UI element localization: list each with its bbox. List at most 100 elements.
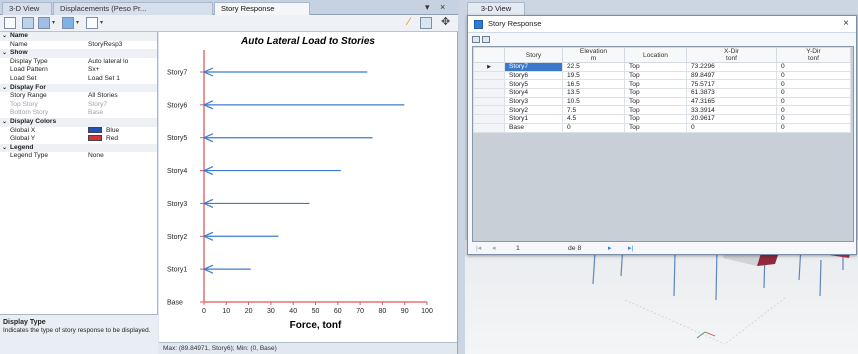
table-cell[interactable]: 0 bbox=[562, 122, 625, 133]
first-record-button[interactable]: |◂ bbox=[476, 243, 481, 254]
pan-icon[interactable]: ✥ bbox=[441, 15, 450, 28]
property-row[interactable]: Display Type Auto lateral lo bbox=[0, 58, 157, 67]
collapse-icon[interactable]: ⌄ bbox=[2, 118, 7, 127]
table-cell[interactable]: 4.5 bbox=[562, 114, 625, 124]
property-category[interactable]: ⌄ Legend bbox=[0, 143, 157, 153]
column-header[interactable]: Elevation m bbox=[562, 47, 625, 63]
property-value[interactable]: Sx+ bbox=[88, 66, 156, 75]
color-swatch[interactable] bbox=[88, 126, 102, 133]
table-cell[interactable]: 33.3914 bbox=[686, 105, 777, 116]
table-cell[interactable]: 13.5 bbox=[562, 88, 625, 98]
close-tab-icon[interactable]: × bbox=[440, 2, 445, 12]
table-cell[interactable]: 10.5 bbox=[562, 96, 625, 107]
collapse-icon[interactable]: ⌄ bbox=[2, 49, 7, 58]
table-cell[interactable]: Story3 bbox=[504, 96, 563, 107]
property-row[interactable]: Load Set Load Set 1 bbox=[0, 75, 157, 84]
collapse-icon[interactable]: ⌄ bbox=[2, 84, 7, 93]
table-cell[interactable]: Top bbox=[624, 114, 687, 124]
table-cell[interactable]: Story5 bbox=[504, 79, 563, 90]
table-cell[interactable]: 0 bbox=[776, 96, 851, 107]
chart-icon[interactable] bbox=[38, 17, 50, 29]
row-selector[interactable] bbox=[473, 105, 505, 116]
table-cell[interactable]: 0 bbox=[776, 88, 851, 98]
property-row[interactable]: Legend Type None bbox=[0, 152, 157, 161]
property-value[interactable]: Load Set 1 bbox=[88, 75, 156, 84]
table-cell[interactable]: 7.5 bbox=[562, 105, 625, 116]
property-value[interactable]: Base bbox=[88, 109, 156, 118]
table-cell[interactable]: Story2 bbox=[504, 105, 563, 116]
row-selector[interactable]: ▶ bbox=[473, 62, 505, 72]
chevron-down-icon[interactable]: ▾ bbox=[100, 19, 103, 26]
record-position[interactable]: 1 bbox=[516, 243, 520, 254]
column-header[interactable]: X-Dir tonf bbox=[686, 47, 777, 63]
table-cell[interactable]: 22.5 bbox=[562, 62, 625, 72]
table-cell[interactable]: Top bbox=[624, 62, 687, 72]
table-cell[interactable]: 75.5717 bbox=[686, 79, 777, 90]
row-selector[interactable] bbox=[473, 122, 505, 133]
table-cell[interactable]: 19.5 bbox=[562, 70, 625, 81]
property-value[interactable]: All Stories bbox=[88, 92, 156, 101]
table-row[interactable]: Story6 19.5 Top 89.8497 0 bbox=[473, 70, 851, 81]
property-value[interactable]: Blue bbox=[88, 127, 156, 136]
table-cell[interactable]: Top bbox=[624, 79, 687, 90]
table-cell[interactable]: 0 bbox=[776, 122, 851, 133]
property-category[interactable]: ⌄ Display Colors bbox=[0, 117, 157, 127]
collapse-icon[interactable]: ⌄ bbox=[2, 144, 7, 153]
table-cell[interactable]: 73.2296 bbox=[686, 62, 777, 72]
property-row[interactable]: Story Range All Stories bbox=[0, 92, 157, 101]
table-row[interactable]: Story5 16.5 Top 75.5717 0 bbox=[473, 79, 851, 90]
3d-model-view[interactable] bbox=[465, 240, 858, 354]
table-cell[interactable]: 0 bbox=[776, 70, 851, 81]
table-cell[interactable]: Base bbox=[504, 122, 563, 133]
table-row[interactable]: Base 0 Top 0 0 bbox=[473, 122, 851, 133]
property-value[interactable]: Auto lateral lo bbox=[88, 58, 156, 67]
property-value[interactable]: Red bbox=[88, 135, 156, 144]
property-row[interactable]: Top Story Story7 bbox=[0, 101, 157, 110]
table-cell[interactable]: 0 bbox=[776, 62, 851, 72]
collapse-icon[interactable]: ⌄ bbox=[2, 32, 7, 41]
export-icon[interactable] bbox=[472, 36, 480, 43]
column-header[interactable]: Location bbox=[624, 47, 687, 63]
table-cell[interactable]: Story4 bbox=[504, 88, 563, 98]
row-selector[interactable] bbox=[473, 79, 505, 90]
zoom-icon[interactable] bbox=[420, 17, 432, 29]
last-record-button[interactable]: ▸| bbox=[628, 243, 633, 254]
table-icon[interactable] bbox=[22, 17, 34, 29]
table-cell[interactable]: Top bbox=[624, 70, 687, 81]
row-selector[interactable] bbox=[473, 114, 505, 124]
row-selector[interactable] bbox=[473, 96, 505, 107]
property-category[interactable]: ⌄ Display For bbox=[0, 83, 157, 93]
property-value[interactable]: Story7 bbox=[88, 101, 156, 110]
chevron-down-icon[interactable]: ▾ bbox=[76, 19, 79, 26]
property-category[interactable]: ⌄ Show bbox=[0, 49, 157, 58]
save-icon[interactable] bbox=[4, 17, 16, 29]
property-value[interactable]: StoryResp3 bbox=[88, 41, 156, 50]
tab-list-dropdown-icon[interactable]: ▾ bbox=[425, 2, 430, 13]
next-record-button[interactable]: ▸ bbox=[608, 243, 611, 254]
property-value[interactable]: None bbox=[88, 152, 156, 161]
table-row[interactable]: Story2 7.5 Top 33.3914 0 bbox=[473, 105, 851, 116]
window-titlebar[interactable]: Story Response × bbox=[468, 16, 856, 33]
table-row[interactable]: Story4 13.5 Top 61.3873 0 bbox=[473, 88, 851, 98]
table-cell[interactable]: 47.3165 bbox=[686, 96, 777, 107]
table-cell[interactable]: 89.8497 bbox=[686, 70, 777, 81]
row-selector[interactable] bbox=[473, 88, 505, 98]
table-cell[interactable]: Top bbox=[624, 122, 687, 133]
previous-record-button[interactable]: ◂ bbox=[492, 243, 495, 254]
table-cell[interactable]: 20.9617 bbox=[686, 114, 777, 124]
table-row[interactable]: Story1 4.5 Top 20.9617 0 bbox=[473, 114, 851, 124]
copy-icon[interactable] bbox=[482, 36, 490, 43]
property-row[interactable]: Bottom Story Base bbox=[0, 109, 157, 118]
table-cell[interactable]: 61.3873 bbox=[686, 88, 777, 98]
options-icon[interactable] bbox=[86, 17, 98, 29]
table-cell[interactable]: Top bbox=[624, 105, 687, 116]
property-category[interactable]: ⌄ Name bbox=[0, 32, 157, 41]
tab-3d-view[interactable]: 3-D View bbox=[2, 2, 52, 15]
chevron-down-icon[interactable]: ▾ bbox=[52, 19, 55, 26]
table-cell[interactable]: 0 bbox=[776, 105, 851, 116]
tab-3d-view-right[interactable]: 3-D View bbox=[467, 2, 525, 15]
table-cell[interactable]: 0 bbox=[776, 79, 851, 90]
table-cell[interactable]: Story7 bbox=[504, 62, 563, 72]
tab-story-response[interactable]: Story Response bbox=[214, 2, 310, 15]
table-cell[interactable]: 0 bbox=[776, 114, 851, 124]
